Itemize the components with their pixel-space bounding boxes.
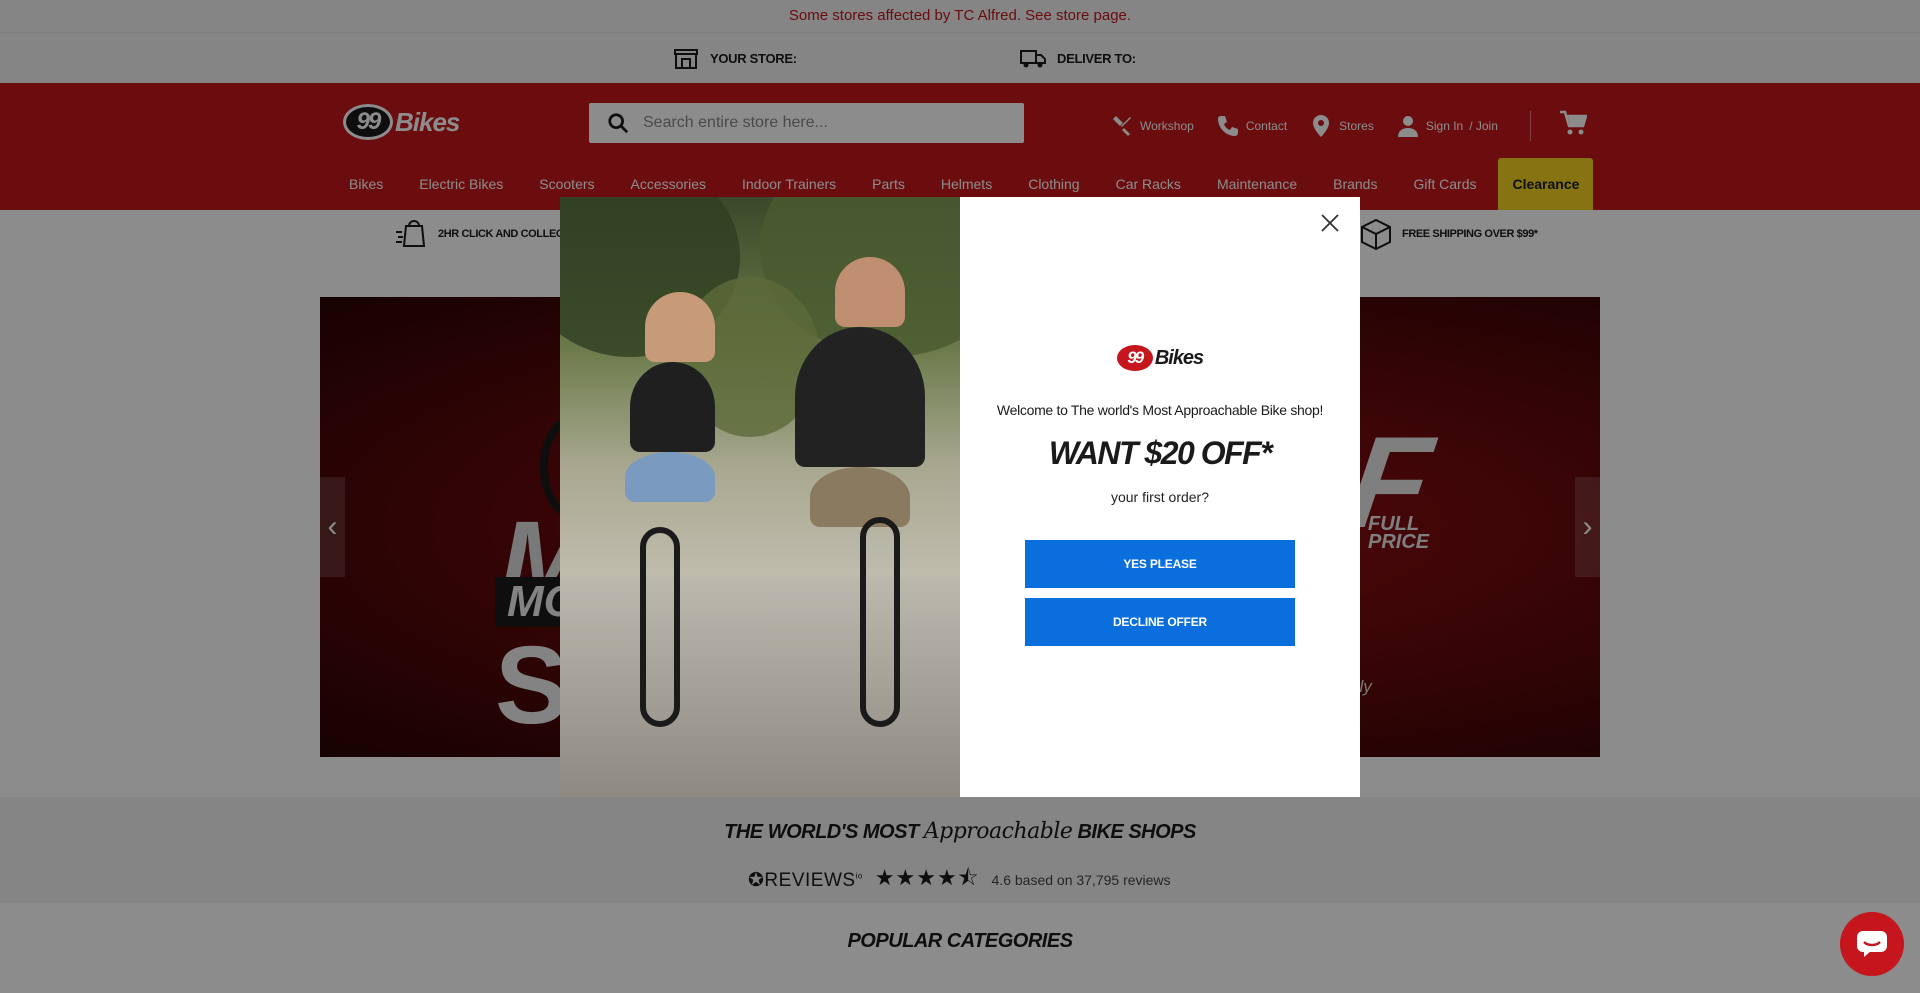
- modal-logo: 99 Bikes: [960, 345, 1360, 371]
- modal-content: 99 Bikes Welcome to The world's Most App…: [960, 197, 1360, 797]
- modal-cyclists-photo: [560, 197, 960, 797]
- yes-please-button[interactable]: YES PLEASE: [1025, 540, 1295, 588]
- modal-first-order-text: your first order?: [1110, 489, 1210, 505]
- decline-offer-button[interactable]: DECLINE OFFER: [1025, 598, 1295, 646]
- modal-welcome-text: Welcome to The world's Most Approachable…: [996, 402, 1324, 418]
- modal-offer-heading: WANT $20 OFF*: [1048, 435, 1273, 471]
- chat-bubble-icon: [1857, 931, 1887, 957]
- chat-button[interactable]: [1840, 912, 1904, 976]
- close-icon: [1321, 214, 1339, 232]
- modal-logo-badge: 99: [1116, 345, 1153, 371]
- modal-logo-word: Bikes: [1154, 346, 1204, 369]
- modal-close-button[interactable]: [1318, 211, 1342, 235]
- newsletter-modal: 99 Bikes Welcome to The world's Most App…: [560, 197, 1360, 797]
